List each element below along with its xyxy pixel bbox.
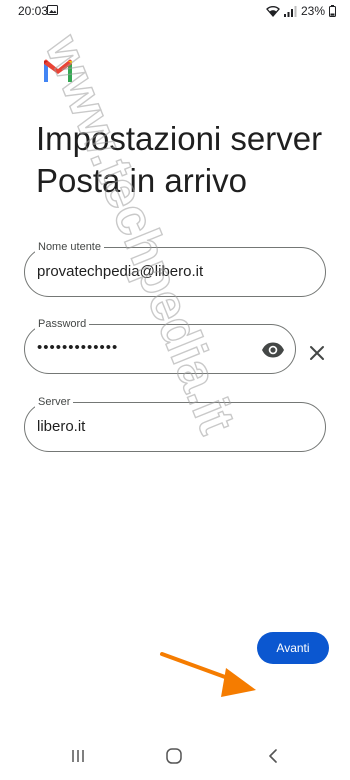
status-bar: 20:03 23% [0,0,350,24]
signal-icon [283,5,297,17]
username-label: Nome utente [35,240,104,254]
password-label: Password [35,317,90,331]
server-value: libero.it [37,418,86,435]
page-title-line2: Posta in arrivo [36,162,247,199]
page-title-line1: Impostazioni server [36,120,323,157]
next-button[interactable]: Avanti [257,632,329,664]
username-field[interactable]: Nome utente provatechpedia@libero.it [24,240,326,297]
battery-icon [329,5,336,17]
navigation-bar [0,732,350,780]
password-value: ••••••••••••• [37,339,119,356]
username-value: provatechpedia@libero.it [37,263,204,280]
page-title: Impostazioni server Posta in arrivo [36,118,322,202]
recents-icon[interactable] [72,749,84,763]
watermark-label: www.techpedia.it [33,27,246,442]
status-indicators: 23% [266,3,336,19]
eye-icon[interactable] [261,338,285,362]
battery-percent: 23% [300,4,325,18]
image-notification-icon [47,5,58,15]
status-time: 20:03 [18,4,49,18]
back-icon[interactable] [267,748,279,764]
gmail-logo-icon [44,59,72,82]
server-field[interactable]: Server libero.it [24,395,326,452]
home-icon[interactable] [166,748,182,764]
wifi-icon [266,6,280,17]
close-icon[interactable] [308,344,326,362]
server-label: Server [35,395,74,409]
password-field[interactable]: Password ••••••••••••• [24,317,296,374]
